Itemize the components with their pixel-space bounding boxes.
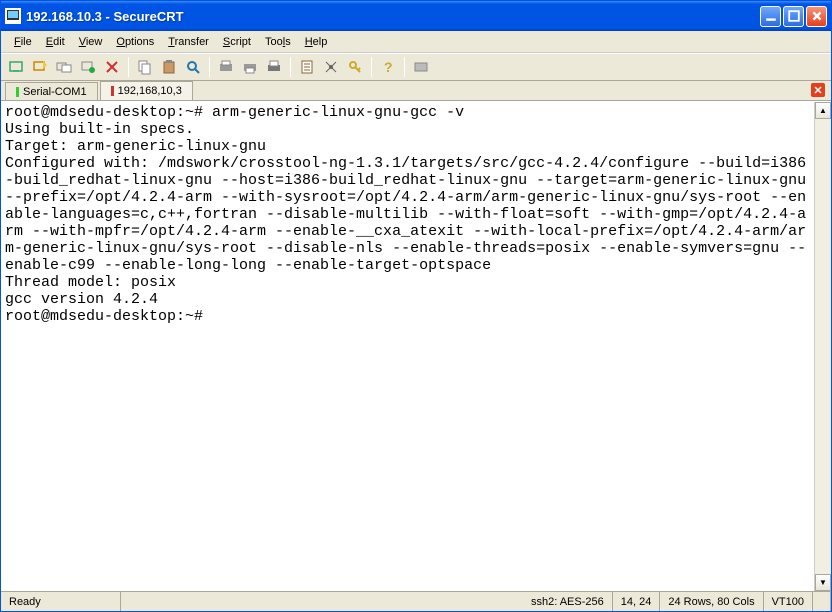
paste-icon[interactable] [158,56,180,78]
menu-script[interactable]: Script [216,34,258,50]
scroll-up-button[interactable]: ▲ [815,102,831,119]
find-icon[interactable] [182,56,204,78]
minimize-button[interactable] [760,6,781,27]
print-icon[interactable] [263,56,285,78]
properties-icon[interactable] [296,56,318,78]
status-ready: Ready [1,592,121,611]
session-tabbar: Serial-COM1 192,168,10,3 [1,81,831,101]
help-icon[interactable]: ? [377,56,399,78]
menu-edit[interactable]: Edit [39,34,72,50]
menu-view[interactable]: View [72,34,110,50]
window-title: 192.168.10.3 - SecureCRT [26,9,760,24]
toolbar: ? [1,53,831,81]
toolbar-separator [404,57,405,77]
toolbar-separator [128,57,129,77]
disconnect-icon[interactable] [77,56,99,78]
copy-icon[interactable] [134,56,156,78]
status-connection: ssh2: AES-256 [523,592,613,611]
toolbar-separator [209,57,210,77]
reconnect-icon[interactable] [53,56,75,78]
status-grip [813,592,831,611]
key-icon[interactable] [344,56,366,78]
maximize-button[interactable] [783,6,804,27]
tab-label: 192,168,10,3 [118,85,182,97]
menu-tools[interactable]: Tools [258,34,298,50]
status-cursor: 14, 24 [613,592,661,611]
menu-file[interactable]: File [7,34,39,50]
menu-help[interactable]: Help [298,34,335,50]
status-indicator-icon [111,86,114,96]
terminal-area: root@mdsedu-desktop:~# arm-generic-linux… [1,101,831,591]
tab-close-button[interactable] [811,83,825,97]
connect-icon[interactable] [5,56,27,78]
menubar: File Edit View Options Transfer Script T… [1,31,831,53]
statusbar: Ready ssh2: AES-256 14, 24 24 Rows, 80 C… [1,591,831,611]
menu-options[interactable]: Options [109,34,161,50]
window-buttons [760,6,827,27]
app-icon [5,8,21,24]
cancel-icon[interactable] [101,56,123,78]
vertical-scrollbar[interactable]: ▲ ▼ [814,102,831,591]
toolbar-separator [290,57,291,77]
menu-transfer[interactable]: Transfer [161,34,216,50]
status-size: 24 Rows, 80 Cols [660,592,763,611]
print-selection-icon[interactable] [239,56,261,78]
svg-text:?: ? [384,59,393,75]
window-titlebar: 192.168.10.3 - SecureCRT [1,1,831,31]
close-button[interactable] [806,6,827,27]
quick-connect-icon[interactable] [29,56,51,78]
scroll-down-button[interactable]: ▼ [815,574,831,591]
tab-serial-com1[interactable]: Serial-COM1 [5,82,98,100]
tab-label: Serial-COM1 [23,86,87,98]
status-terminal-type: VT100 [764,592,813,611]
toggle-icon[interactable] [410,56,432,78]
print-screen-icon[interactable] [215,56,237,78]
status-indicator-icon [16,87,19,97]
toolbar-separator [371,57,372,77]
terminal-output[interactable]: root@mdsedu-desktop:~# arm-generic-linux… [1,102,814,591]
scroll-track[interactable] [815,119,831,574]
settings-icon[interactable] [320,56,342,78]
tab-ssh-session[interactable]: 192,168,10,3 [100,81,193,100]
